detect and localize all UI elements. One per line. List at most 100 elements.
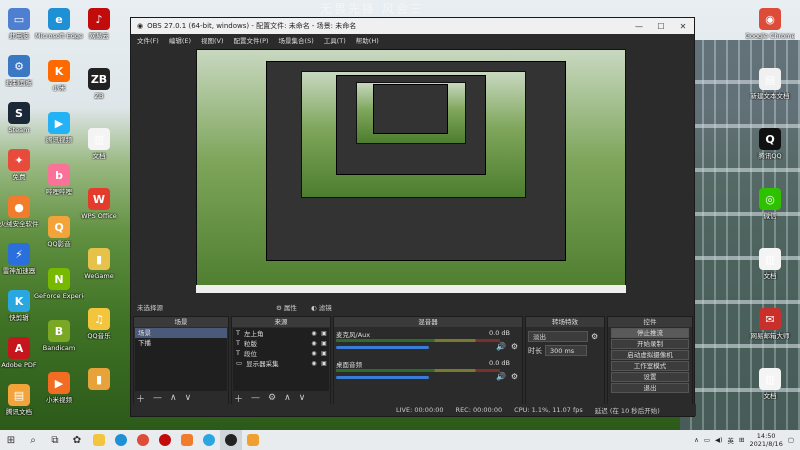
delay-status: 延迟 (在 10 秒后开始): [594, 407, 660, 415]
scenes-list: 场景 下播: [135, 328, 227, 391]
obs-titlebar[interactable]: ◉ OBS 27.0.1 (64-bit, windows) - 配置文件: 未…: [131, 18, 694, 34]
app-icon[interactable]: [242, 430, 264, 450]
language-indicator[interactable]: 英: [728, 435, 735, 445]
desktop-icon-label: 文档: [763, 272, 777, 280]
desktop-icon[interactable]: ZB ZB: [74, 68, 124, 100]
scene-item[interactable]: 下播: [135, 338, 227, 348]
app-icon: Q: [48, 216, 70, 238]
filters-button[interactable]: ◐ 滤镜: [311, 302, 332, 312]
volume-fader[interactable]: [336, 376, 429, 379]
edge-icon[interactable]: [110, 430, 132, 450]
mixer-dock: 混音器 麦克风/Aux 0.0 dB 🔊 ⚙ 桌面音频 0.0 dB 🔊 ⚙: [333, 316, 523, 406]
desktop-icon-label: GeForce Experience: [34, 292, 84, 300]
menu-tools[interactable]: 工具(T): [324, 35, 346, 45]
maximize-button[interactable]: ☐: [650, 22, 672, 31]
controls-dock: 控件 停止推流 开始录制 启动虚拟摄像机 工作室模式 设置 退出: [607, 316, 693, 406]
obs-taskbar-icon[interactable]: [220, 430, 242, 450]
task-view-icon[interactable]: ⧉: [44, 430, 66, 450]
preview-canvas[interactable]: [196, 49, 626, 293]
virtual-camera-button[interactable]: 启动虚拟摄像机: [611, 350, 689, 360]
menu-file[interactable]: 文件(F): [137, 35, 159, 45]
desktop-icon-label: 新建文本文档: [750, 92, 790, 100]
menu-edit[interactable]: 编辑(E): [169, 35, 191, 45]
app-icon: ◉: [759, 8, 781, 30]
stop-streaming-button[interactable]: 停止推流: [611, 328, 689, 338]
menu-help[interactable]: 帮助(H): [356, 35, 379, 45]
transition-select[interactable]: 淡出: [528, 331, 588, 342]
source-item[interactable]: T 段位 ◉ ▣: [233, 348, 329, 358]
studio-mode-button[interactable]: 工作室模式: [611, 361, 689, 371]
speaker-icon[interactable]: 🔊: [496, 342, 506, 351]
menu-profile[interactable]: 配置文件(P): [234, 35, 269, 45]
search-icon[interactable]: ⌕: [22, 430, 44, 450]
duration-input[interactable]: 300 ms: [545, 345, 587, 356]
scenes-dock: 场景 场景 下播 ＋ — ∧ ∨: [133, 316, 229, 406]
source-settings-icon[interactable]: ⚙: [268, 393, 276, 403]
app-icon: ▥: [759, 248, 781, 270]
chrome-icon[interactable]: [132, 430, 154, 450]
menu-scene-collection[interactable]: 场景集合(S): [279, 35, 314, 45]
netease-music-icon[interactable]: [154, 430, 176, 450]
time: 14:50: [756, 432, 776, 440]
desktop-icon[interactable]: ▥ 文档: [74, 128, 124, 160]
scene-item[interactable]: 场景: [135, 328, 227, 338]
app-icon[interactable]: [176, 430, 198, 450]
desktop-icon[interactable]: ✉ 网易邮箱大师: [745, 308, 795, 340]
start-button[interactable]: ⊞: [0, 430, 22, 450]
desktop-icon[interactable]: ▥ 文档: [745, 248, 795, 280]
file-explorer-icon[interactable]: [88, 430, 110, 450]
desktop-icon[interactable]: ♫ QQ音乐: [74, 308, 124, 340]
desktop-icon[interactable]: Q 腾讯QQ: [745, 128, 795, 160]
live-status: LIVE: 00:00:00: [396, 406, 444, 414]
close-button[interactable]: ✕: [672, 22, 694, 31]
move-up-button[interactable]: ∧: [284, 393, 291, 403]
source-item[interactable]: T 左上角 ◉ ▣: [233, 328, 329, 338]
desktop-icon[interactable]: ▮: [74, 368, 124, 392]
move-up-button[interactable]: ∧: [170, 393, 177, 403]
add-source-button[interactable]: ＋: [234, 392, 243, 405]
desktop-icon-label: 腾讯文档: [6, 408, 32, 416]
move-down-button[interactable]: ∨: [185, 393, 192, 403]
wallpaper-watermark: 无畏先锋 风会三: [320, 2, 424, 16]
app-icon: ▤: [8, 384, 30, 406]
menu-view[interactable]: 视图(V): [201, 35, 224, 45]
desktop-icon[interactable]: W WPS Office: [74, 188, 124, 220]
volume-icon[interactable]: ◀): [715, 436, 723, 444]
desktop-icon[interactable]: ▮ WeGame: [74, 248, 124, 280]
properties-button[interactable]: ⚙ 属性: [276, 302, 297, 312]
desktop-icon[interactable]: ♪ 网易云: [74, 8, 124, 40]
status-bar: LIVE: 00:00:00 REC: 00:00:00 CPU: 1.1%, …: [131, 404, 696, 416]
network-icon[interactable]: ▭: [704, 436, 710, 444]
volume-fader[interactable]: [336, 346, 429, 349]
minimize-button[interactable]: —: [628, 22, 650, 31]
gear-icon[interactable]: ⚙: [511, 342, 518, 351]
remove-source-button[interactable]: —: [251, 393, 260, 403]
remove-scene-button[interactable]: —: [153, 393, 162, 403]
edge-icon[interactable]: [198, 430, 220, 450]
app-icon: A: [8, 337, 30, 359]
desktop-icon[interactable]: ▥ 文档: [745, 368, 795, 400]
source-item[interactable]: ▭ 显示器采集 ◉ ▣: [233, 358, 329, 368]
gear-icon[interactable]: ⚙: [511, 372, 518, 381]
pinwheel-icon[interactable]: ✿: [66, 430, 88, 450]
obs-window[interactable]: ◉ OBS 27.0.1 (64-bit, windows) - 配置文件: 未…: [130, 17, 696, 417]
start-recording-button[interactable]: 开始录制: [611, 339, 689, 349]
move-down-button[interactable]: ∨: [299, 393, 306, 403]
desktop-icon[interactable]: ▤ 新建文本文档: [745, 68, 795, 100]
desktop-icon[interactable]: ◉ Google Chrome: [745, 8, 795, 40]
add-scene-button[interactable]: ＋: [136, 392, 145, 405]
source-item[interactable]: T 粒版 ◉ ▣: [233, 338, 329, 348]
desktop-icon[interactable]: ◎ 微信: [745, 188, 795, 220]
exit-button[interactable]: 退出: [611, 383, 689, 393]
speaker-icon[interactable]: 🔊: [496, 372, 506, 381]
desktop-icon-label: 网易云: [89, 32, 109, 40]
settings-button[interactable]: 设置: [611, 372, 689, 382]
transition-settings-icon[interactable]: ⚙: [591, 332, 598, 341]
input-method-icon[interactable]: ⊞: [739, 436, 744, 444]
app-icon: e: [48, 8, 70, 30]
taskbar: ⊞ ⌕ ⧉ ✿ ∧ ▭ ◀) 英 ⊞ 14:50 2021/8/16 ▢: [0, 430, 800, 450]
notification-icon[interactable]: ▢: [788, 436, 794, 444]
tray-up-arrow-icon[interactable]: ∧: [694, 436, 699, 444]
desktop-icon[interactable]: Q QQ影音: [34, 216, 84, 248]
clock[interactable]: 14:50 2021/8/16: [750, 432, 783, 448]
